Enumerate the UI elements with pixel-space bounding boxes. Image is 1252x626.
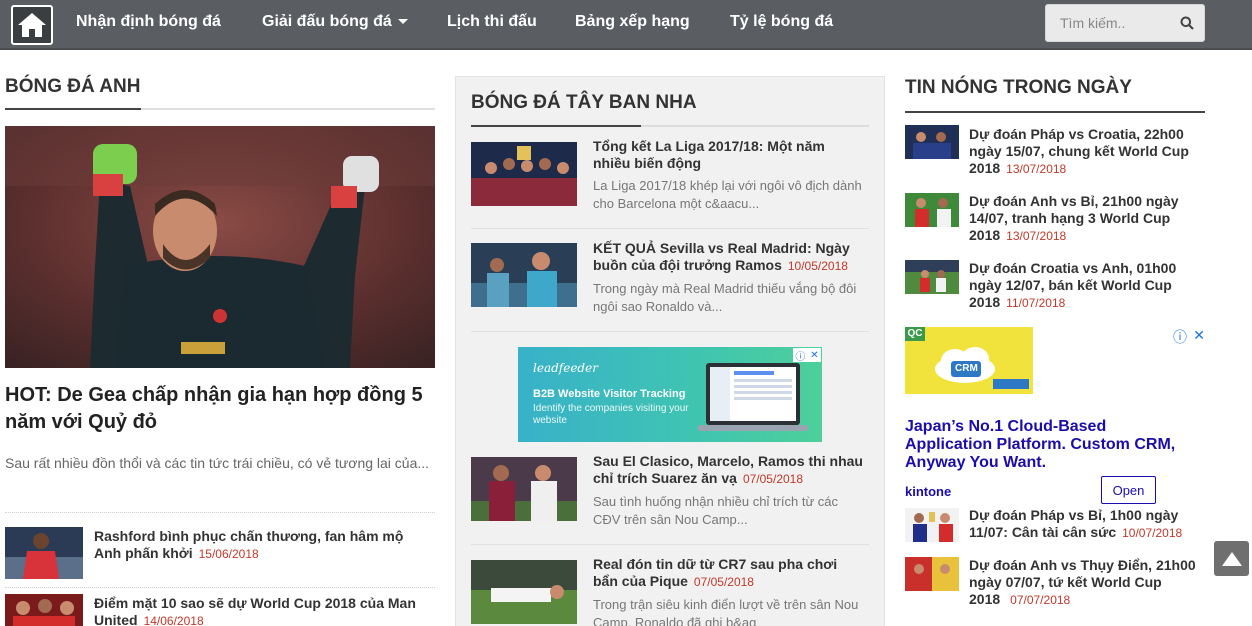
date-label: 11/07/2018 [1006,296,1066,310]
thumbnail-croatia-anh[interactable] [905,260,959,294]
divider [471,544,869,545]
hot-news-title[interactable]: Dự đoán Anh vs Bỉ, 21h00 ngày 14/07, tra… [969,193,1204,245]
hero-description: Sau rất nhiều đồn thổi và các tin tức tr… [5,455,430,471]
article-title[interactable]: KẾT QUẢ Sevilla vs Real Madrid: Ngày buồ… [593,240,865,275]
ad-headline: B2B Website Visitor Tracking [533,388,686,400]
home-button[interactable] [11,5,53,45]
section-rule-accent [5,108,141,110]
date-label: 07/05/2018 [693,575,754,589]
hot-news-title-text: Dự đoán Croatia vs Anh, 01h00 ngày 12/07… [969,260,1177,310]
close-icon[interactable]: ✕ [810,350,818,361]
search-icon [1180,16,1194,30]
thumbnail-cr7[interactable] [471,560,577,624]
thumbnail-sevilla-real[interactable] [471,243,577,307]
hot-news-title-text: Dự đoán Anh vs Bỉ, 21h00 ngày 14/07, tra… [969,193,1179,243]
top-nav: Nhận định bóng đá Giải đấu bóng đá Lịch … [0,0,1252,50]
arrow-up-icon [1221,551,1242,566]
article-description: La Liga 2017/18 khép lại với ngôi vô địc… [593,178,862,211]
hot-news-title[interactable]: Dự đoán Pháp vs Bỉ, 1h00 ngày 11/07: Cân… [969,507,1204,542]
thumbnail-man-united[interactable] [5,594,83,626]
thumbnail-phap-croatia[interactable] [905,125,959,159]
date-label: 15/06/2018 [198,547,259,561]
date-label: 10/05/2018 [787,259,848,273]
ad-logo: leadfeeder [533,361,598,375]
ad-choices[interactable]: ⓘ ✕ [1173,327,1205,345]
list-item-title[interactable]: Điểm mặt 10 sao sẽ dự World Cup 2018 của… [94,595,429,626]
article-title[interactable]: Sau El Clasico, Marcelo, Ramos thi nhau … [593,453,865,488]
date-label: 07/05/2018 [742,472,804,486]
hero-title[interactable]: HOT: De Gea chấp nhận gia hạn hợp đồng 5… [5,382,435,436]
ad-badge: QC [905,327,925,341]
nav-item-leagues[interactable]: Giải đấu bóng đá [262,13,408,31]
ad-mini-button [993,379,1029,389]
section-title-hot-news[interactable]: TIN NÓNG TRONG NGÀY [905,77,1132,99]
hot-news-title[interactable]: Dự đoán Pháp vs Croatia, 22h00 ngày 15/0… [969,126,1204,178]
divider [471,331,869,332]
article-title[interactable]: Real đón tin dữ từ CR7 sau pha chơi bẩn … [593,556,863,591]
ad-open-button[interactable]: Open [1101,476,1156,504]
search-input[interactable] [1052,10,1174,36]
ad-laptop-image [698,363,808,431]
thumbnail-phap-bi[interactable] [905,508,959,542]
chevron-down-icon [397,19,408,25]
advertisement-leadfeeder[interactable]: leadfeeder B2B Website Visitor Tracking … [518,347,822,442]
ad-crm-label: CRM [955,363,978,374]
list-item-title-text: Điểm mặt 10 sao sẽ dự World Cup 2018 của… [94,595,416,626]
ad-crm-image[interactable]: QC CRM [905,327,1033,394]
ad-brand[interactable]: kintone [905,484,951,499]
section-title-spain[interactable]: BÓNG ĐÁ TÂY BAN NHA [471,92,697,114]
nav-item-odds[interactable]: Tỷ lệ bóng đá [730,13,833,31]
nav-item-predictions[interactable]: Nhận định bóng đá [76,13,221,31]
info-icon: ⓘ [1173,329,1187,345]
thumbnail-laliga[interactable] [471,142,577,206]
thumbnail-anh-thuy-dien[interactable] [905,557,959,591]
section-rule-accent [905,111,1205,113]
date-label: 14/06/2018 [143,614,204,626]
date-label: 13/07/2018 [1006,162,1067,176]
list-item-title[interactable]: Rashford bình phục chấn thương, fan hâm … [94,528,424,563]
date-label: 10/07/2018 [1122,526,1183,540]
ad-headline[interactable]: Japan’s No.1 Cloud-Based Application Pla… [905,418,1195,472]
section-rule-accent [471,125,641,127]
search-box [1045,4,1205,42]
date-label: 07/07/2018 [1010,593,1071,607]
article-description: Sau tình huống nhận nhiều chỉ trích từ c… [593,494,839,527]
article-description: Trong trận siêu kinh điển lượt về trên s… [593,597,859,626]
divider [5,587,435,588]
hot-news-title-text: Dự đoán Anh vs Thụy Điển, 21h00 ngày 07/… [969,557,1196,607]
back-to-top-button[interactable] [1214,541,1249,576]
home-icon [18,13,46,37]
article-description: Trong ngày mà Real Madrid thiếu vắng bộ … [593,281,857,314]
divider [5,512,435,513]
article-title-text: Sau El Clasico, Marcelo, Ramos thi nhau … [593,453,863,486]
hero-image[interactable] [5,126,435,368]
article-title-text: Tổng kết La Liga 2017/18: Một năm nhiều … [593,138,825,171]
date-label: 13/07/2018 [1006,229,1067,243]
hot-news-title[interactable]: Dự đoán Croatia vs Anh, 01h00 ngày 12/07… [969,260,1204,312]
ad-text: Identify the companies visiting your web… [533,403,689,426]
divider [471,228,869,229]
thumbnail-el-clasico[interactable] [471,457,577,521]
section-title-england[interactable]: BÓNG ĐÁ ANH [5,76,140,98]
thumbnail-anh-bi[interactable] [905,193,959,227]
info-icon: ⓘ [795,351,806,363]
ad-choices[interactable]: ⓘ ✕ [793,348,821,363]
nav-item-schedule[interactable]: Lịch thi đấu [447,13,537,31]
nav-item-leagues-label: Giải đấu bóng đá [262,13,392,30]
article-title[interactable]: Tổng kết La Liga 2017/18: Một năm nhiều … [593,138,863,172]
nav-item-standings[interactable]: Bảng xếp hạng [575,13,690,31]
thumbnail-rashford[interactable] [5,527,83,579]
hot-news-title[interactable]: Dự đoán Anh vs Thụy Điển, 21h00 ngày 07/… [969,557,1209,609]
search-button[interactable] [1174,10,1200,36]
hot-news-title-text: Dự đoán Pháp vs Croatia, 22h00 ngày 15/0… [969,126,1189,176]
close-icon[interactable]: ✕ [1193,327,1205,343]
